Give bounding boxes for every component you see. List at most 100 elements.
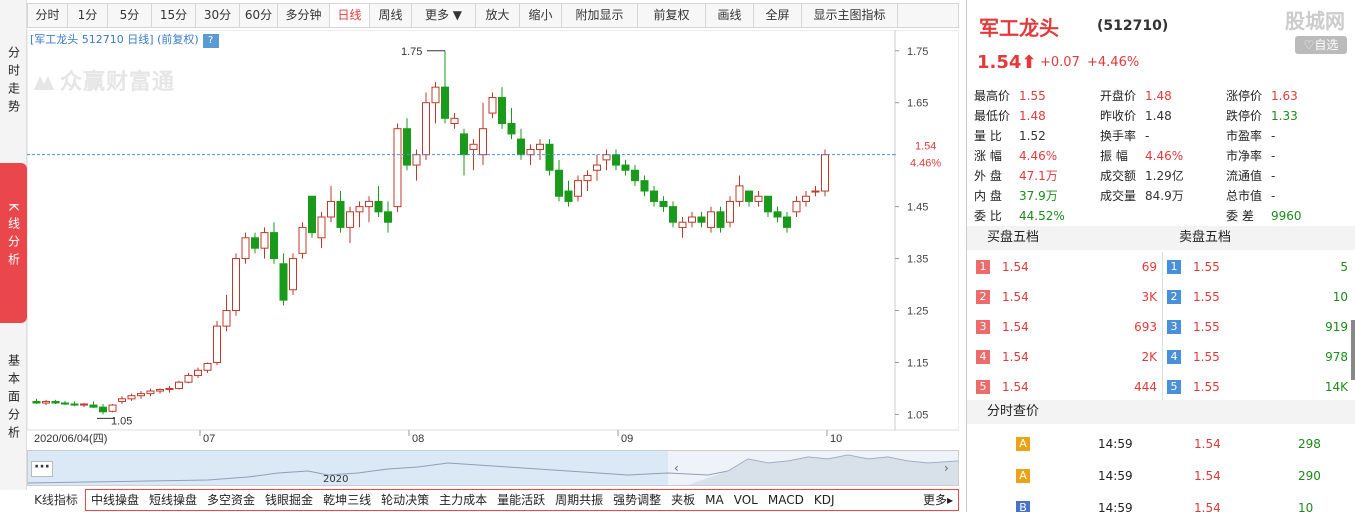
period-tab-14[interactable]: 画线 xyxy=(706,4,754,27)
indicator-item-7[interactable]: 量能活跃 xyxy=(492,490,550,510)
period-tab-8[interactable]: 周线 xyxy=(370,4,412,27)
candle-body xyxy=(346,211,354,228)
candlestick-chart[interactable]: 1.751.651.551.451.351.251.151.052020/06/… xyxy=(27,30,959,450)
indicator-item-5[interactable]: 轮动决策 xyxy=(376,490,434,510)
candle-body xyxy=(631,169,639,182)
candle-body xyxy=(745,190,753,202)
side-tab-1[interactable]: K线分析 xyxy=(0,163,27,323)
period-tab-6[interactable]: 多分钟 xyxy=(278,4,330,27)
indicator-item-4[interactable]: 乾坤三线 xyxy=(318,490,376,510)
navigator-left-arrow-icon[interactable]: ‹ xyxy=(674,461,679,475)
add-watchlist-button[interactable]: ♡自选 xyxy=(1295,36,1347,54)
high-marker-label: 1.75 xyxy=(401,46,422,58)
buy-price: 1.54 xyxy=(1002,380,1029,394)
buy-volume: 69 xyxy=(1141,260,1157,274)
indicator-item-14[interactable]: KDJ xyxy=(809,490,840,510)
quote-cell: 最高价 1.55 xyxy=(974,86,1100,106)
quote-cell: 外 盘 47.1万 xyxy=(974,166,1100,186)
tick-side-flag: A xyxy=(1016,437,1030,451)
indicator-list: 中线操盘 短线操盘 多空资金 钱眼掘金 乾坤三线 轮动决策 主力成本 量能活跃 周期共振 强势调整… xyxy=(85,489,959,511)
quote-value: 9960 xyxy=(1271,209,1302,223)
quote-label: 市净率 xyxy=(1226,149,1263,163)
indicator-item-12[interactable]: VOL xyxy=(729,490,763,510)
side-tabs: 分时走势 K线分析基本面分析 xyxy=(0,0,27,490)
buy-book-title: 买盘五档 xyxy=(987,230,1040,245)
period-tab-11[interactable]: 缩小 xyxy=(520,4,562,27)
side-tab-2[interactable]: 基本面分析 xyxy=(0,350,27,470)
indicator-item-9[interactable]: 强势调整 xyxy=(608,490,666,510)
tick-row: A 14:59 1.54 290 xyxy=(972,460,1354,492)
ticks-title: 分时查价 xyxy=(987,404,1040,419)
candle-body xyxy=(298,226,307,254)
quote-cell: 委 比 44.52% xyxy=(974,206,1100,226)
candle-body xyxy=(108,404,117,412)
buy-level-index: 1 xyxy=(976,260,990,274)
last-price-label: 1.54 xyxy=(915,141,936,153)
indicator-item-10[interactable]: 夹板 xyxy=(666,490,700,510)
navigator-right-arrow-icon[interactable]: › xyxy=(944,461,949,475)
side-tab-0[interactable]: 分时走势 xyxy=(0,42,27,162)
quote-value: 84.9万 xyxy=(1145,189,1184,203)
period-tab-2[interactable]: 5分 xyxy=(108,4,152,27)
candle-body xyxy=(289,258,297,291)
buy-price: 1.54 xyxy=(1002,320,1029,334)
x-tick-label: 2020/06/04(四) xyxy=(34,433,107,445)
candle-body xyxy=(412,154,421,166)
indicator-item-0[interactable]: 中线操盘 xyxy=(86,490,144,510)
quote-grid: 最高价 1.55 开盘价 1.48 涨停价 1.63 最低价 1.48 昨收价 1.48 跌停价 1.… xyxy=(974,86,1352,226)
indicator-item-6[interactable]: 主力成本 xyxy=(434,490,492,510)
period-tab-0[interactable]: 分时 xyxy=(28,4,68,27)
candle-body xyxy=(327,200,335,218)
quote-cell: 涨停价 1.63 xyxy=(1226,86,1352,106)
period-tab-1[interactable]: 1分 xyxy=(68,4,108,27)
scrollbar[interactable] xyxy=(1351,320,1355,380)
candle-body xyxy=(783,216,791,228)
sell-book-title: 卖盘五档 xyxy=(1179,230,1232,245)
indicator-item-15[interactable]: 更多▸ xyxy=(918,490,958,510)
price-change-pct: +4.46% xyxy=(1087,55,1140,70)
candle-body xyxy=(80,403,88,406)
candle-body xyxy=(564,190,573,202)
indicator-item-3[interactable]: 钱眼掘金 xyxy=(260,490,318,510)
candle-body xyxy=(659,200,668,208)
candle-body xyxy=(184,374,193,383)
quote-label: 成交量 xyxy=(1100,189,1137,203)
candle-body xyxy=(764,195,772,213)
indicator-item-2[interactable]: 多空资金 xyxy=(202,490,260,510)
candle-body xyxy=(792,200,801,213)
period-tab-15[interactable]: 全屏 xyxy=(754,4,802,27)
quote-value: - xyxy=(1271,129,1276,143)
quote-label: 成交额 xyxy=(1100,169,1137,183)
navigator-menu-button[interactable]: ··· xyxy=(31,460,53,477)
indicator-item-8[interactable]: 周期共振 xyxy=(550,490,608,510)
sell-price: 1.55 xyxy=(1193,290,1220,304)
period-tab-12[interactable]: 附加显示 xyxy=(562,4,638,27)
buy-volume: 693 xyxy=(1134,320,1157,334)
candle-body xyxy=(127,395,136,400)
period-tab-13[interactable]: 前复权 xyxy=(638,4,706,27)
indicator-item-11[interactable]: MA xyxy=(700,490,729,510)
period-tab-10[interactable]: 放大 xyxy=(476,4,520,27)
period-tab-9[interactable]: 更多 ▼ xyxy=(412,4,476,27)
quote-cell: 换手率 - xyxy=(1100,126,1226,146)
candle-body xyxy=(137,393,145,397)
candle-body xyxy=(374,200,383,213)
tick-row: B 14:59 1.54 10 xyxy=(972,492,1354,512)
indicator-item-13[interactable]: MACD xyxy=(763,490,809,510)
period-tab-4[interactable]: 30分 xyxy=(196,4,240,27)
time-navigator[interactable]: ··· 2020 ‹ › xyxy=(27,450,959,486)
period-tab-7[interactable]: 日线 xyxy=(330,4,370,27)
sell-volume: 5 xyxy=(1340,260,1348,274)
candle-body xyxy=(355,206,364,213)
candle-body xyxy=(479,128,487,156)
quote-cell: 成交量 84.9万 xyxy=(1100,186,1226,206)
indicator-item-1[interactable]: 短线操盘 xyxy=(144,490,202,510)
candle-body xyxy=(688,216,696,223)
sell-price: 1.55 xyxy=(1193,260,1220,274)
tick-volume: 10 xyxy=(1298,501,1314,512)
indicator-bar: K线指标 中线操盘 短线操盘 多空资金 钱眼掘金 乾坤三线 轮动决策 主力成本 量能活跃 周期共… xyxy=(27,489,959,511)
quote-value: 44.52% xyxy=(1019,209,1065,223)
period-tab-16[interactable]: 显示主图指标 xyxy=(802,4,898,27)
period-tab-3[interactable]: 15分 xyxy=(152,4,196,27)
period-tab-5[interactable]: 60分 xyxy=(240,4,278,27)
